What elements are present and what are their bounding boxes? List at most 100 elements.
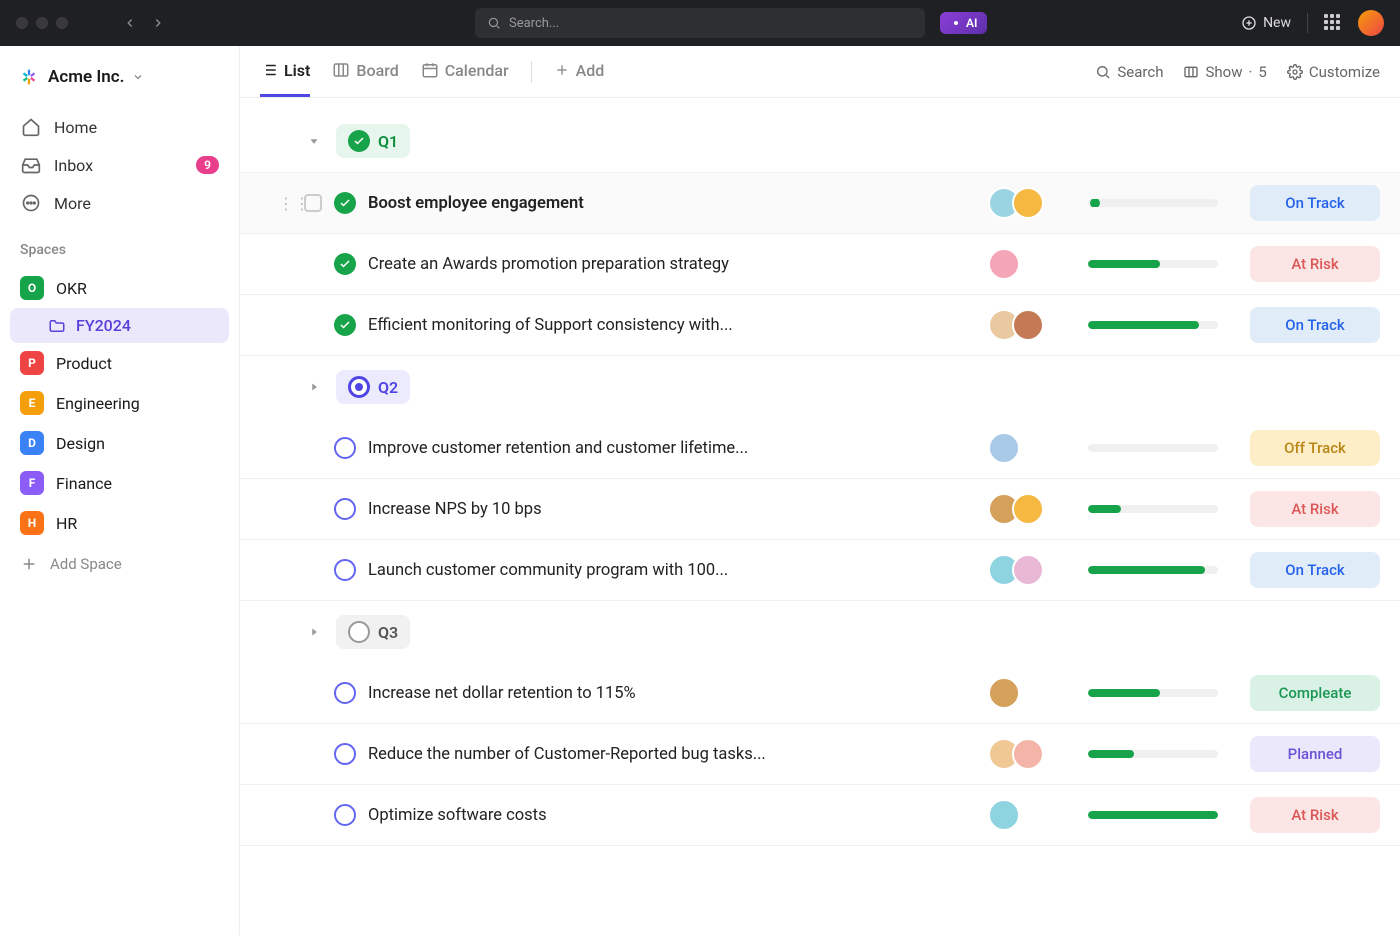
disclosure-icon[interactable] (304, 622, 324, 642)
tab-calendar[interactable]: Calendar (421, 46, 509, 97)
progress-cell[interactable] (1088, 199, 1238, 207)
task-row[interactable]: ⋮⋮ Create an Awards promotion preparatio… (240, 234, 1400, 295)
task-title: Efficient monitoring of Support consiste… (368, 316, 976, 335)
status-pill[interactable]: Compleate (1250, 675, 1380, 711)
check-circle-icon[interactable] (334, 192, 356, 214)
add-space-button[interactable]: Add Space (10, 545, 229, 583)
apps-menu[interactable] (1324, 14, 1342, 32)
assignee-avatar[interactable] (988, 677, 1020, 709)
task-row[interactable]: ⋮⋮ Increase net dollar retention to 115%… (240, 663, 1400, 724)
user-avatar[interactable] (1358, 10, 1384, 36)
space-item-engineering[interactable]: EEngineering (10, 383, 229, 423)
sidebar: Acme Inc. HomeInbox9More Spaces OOKRFY20… (0, 46, 240, 935)
progress-cell[interactable] (1088, 566, 1238, 574)
progress-cell[interactable] (1088, 505, 1238, 513)
assignee-avatar[interactable] (988, 432, 1020, 464)
workspace-switcher[interactable]: Acme Inc. (10, 60, 229, 106)
task-row[interactable]: ⋮⋮ Improve customer retention and custom… (240, 418, 1400, 479)
status-pill[interactable]: At Risk (1250, 491, 1380, 527)
back-button[interactable] (118, 11, 142, 35)
task-row[interactable]: ⋮⋮ Reduce the number of Customer-Reporte… (240, 724, 1400, 785)
circle-open-icon[interactable] (334, 437, 356, 459)
task-row[interactable]: ⋮⋮ Increase NPS by 10 bps At Risk (240, 479, 1400, 540)
circle-open-icon[interactable] (334, 559, 356, 581)
group-name: Q1 (378, 132, 398, 151)
space-item-okr[interactable]: OOKR (10, 268, 229, 308)
tab-board[interactable]: Board (332, 46, 398, 97)
progress-cell[interactable] (1088, 750, 1238, 758)
sparkle-icon (950, 17, 962, 29)
status-pill[interactable]: On Track (1250, 185, 1380, 221)
task-row[interactable]: ⋮⋮ Efficient monitoring of Support consi… (240, 295, 1400, 356)
circle-open-icon[interactable] (334, 682, 356, 704)
customize-button[interactable]: Customize (1287, 63, 1380, 81)
list-icon (260, 61, 278, 79)
status-pill[interactable]: Planned (1250, 736, 1380, 772)
assignee-avatar[interactable] (1012, 554, 1044, 586)
assignee-avatar[interactable] (988, 248, 1020, 280)
space-badge-icon: D (20, 431, 44, 455)
group-header-q2[interactable]: Q2 (240, 356, 1400, 418)
space-item-hr[interactable]: HHR (10, 503, 229, 543)
progress-cell[interactable] (1088, 321, 1238, 329)
space-badge-icon: O (20, 276, 44, 300)
status-pill[interactable]: Off Track (1250, 430, 1380, 466)
show-columns[interactable]: Show · 5 (1183, 63, 1266, 81)
disclosure-icon[interactable] (304, 377, 324, 397)
assignee-avatar[interactable] (1012, 309, 1044, 341)
space-badge-icon: P (20, 351, 44, 375)
check-circle-icon[interactable] (334, 253, 356, 275)
global-search[interactable]: Search... (475, 8, 925, 38)
circle-open-icon[interactable] (334, 498, 356, 520)
assignee-avatar[interactable] (1012, 738, 1044, 770)
circle-icon (348, 621, 370, 643)
status-pill[interactable]: At Risk (1250, 246, 1380, 282)
task-row[interactable]: ⋮⋮ Optimize software costs At Risk (240, 785, 1400, 846)
task-title: Improve customer retention and customer … (368, 439, 976, 458)
disclosure-icon[interactable] (304, 131, 324, 151)
maximize-window[interactable] (56, 17, 68, 29)
task-row[interactable]: ⋮⋮ Launch customer community program wit… (240, 540, 1400, 601)
sidebar-item-inbox[interactable]: Inbox9 (10, 146, 229, 184)
chevron-down-icon (132, 71, 144, 83)
circle-open-icon[interactable] (334, 743, 356, 765)
folder-icon (48, 317, 66, 335)
tab-list[interactable]: List (260, 46, 310, 97)
check-circle-icon[interactable] (334, 314, 356, 336)
progress-cell[interactable] (1088, 811, 1238, 819)
drag-handle-icon[interactable]: ⋮⋮ (278, 194, 292, 213)
group-header-q3[interactable]: Q3 (240, 601, 1400, 663)
space-item-design[interactable]: DDesign (10, 423, 229, 463)
view-bar: List Board Calendar Add Search Show · 5 (240, 46, 1400, 98)
space-item-product[interactable]: PProduct (10, 343, 229, 383)
space-label: Engineering (56, 394, 140, 413)
sidebar-item-more[interactable]: More (10, 184, 229, 222)
new-button[interactable]: New (1241, 15, 1291, 31)
task-row[interactable]: ⋮⋮ Boost employee engagement On Track (240, 172, 1400, 234)
add-view-button[interactable]: Add (554, 46, 605, 97)
sidebar-item-home[interactable]: Home (10, 108, 229, 146)
status-pill[interactable]: At Risk (1250, 797, 1380, 833)
row-checkbox[interactable] (304, 194, 322, 212)
minimize-window[interactable] (36, 17, 48, 29)
space-item-finance[interactable]: FFinance (10, 463, 229, 503)
close-window[interactable] (16, 17, 28, 29)
progress-cell[interactable] (1088, 689, 1238, 697)
circle-open-icon[interactable] (334, 804, 356, 826)
group-header-q1[interactable]: Q1 (240, 110, 1400, 172)
assignee-avatar[interactable] (1012, 187, 1044, 219)
progress-cell[interactable] (1088, 444, 1238, 452)
status-pill[interactable]: On Track (1250, 552, 1380, 588)
search-icon (487, 16, 501, 30)
assignee-list (988, 554, 1076, 586)
forward-button[interactable] (146, 11, 170, 35)
space-child-fy2024[interactable]: FY2024 (10, 308, 229, 343)
columns-icon (1183, 64, 1199, 80)
assignee-list (988, 309, 1076, 341)
assignee-avatar[interactable] (1012, 493, 1044, 525)
progress-cell[interactable] (1088, 260, 1238, 268)
status-pill[interactable]: On Track (1250, 307, 1380, 343)
content-search[interactable]: Search (1095, 63, 1163, 81)
assignee-avatar[interactable] (988, 799, 1020, 831)
ai-button[interactable]: AI (940, 12, 987, 34)
